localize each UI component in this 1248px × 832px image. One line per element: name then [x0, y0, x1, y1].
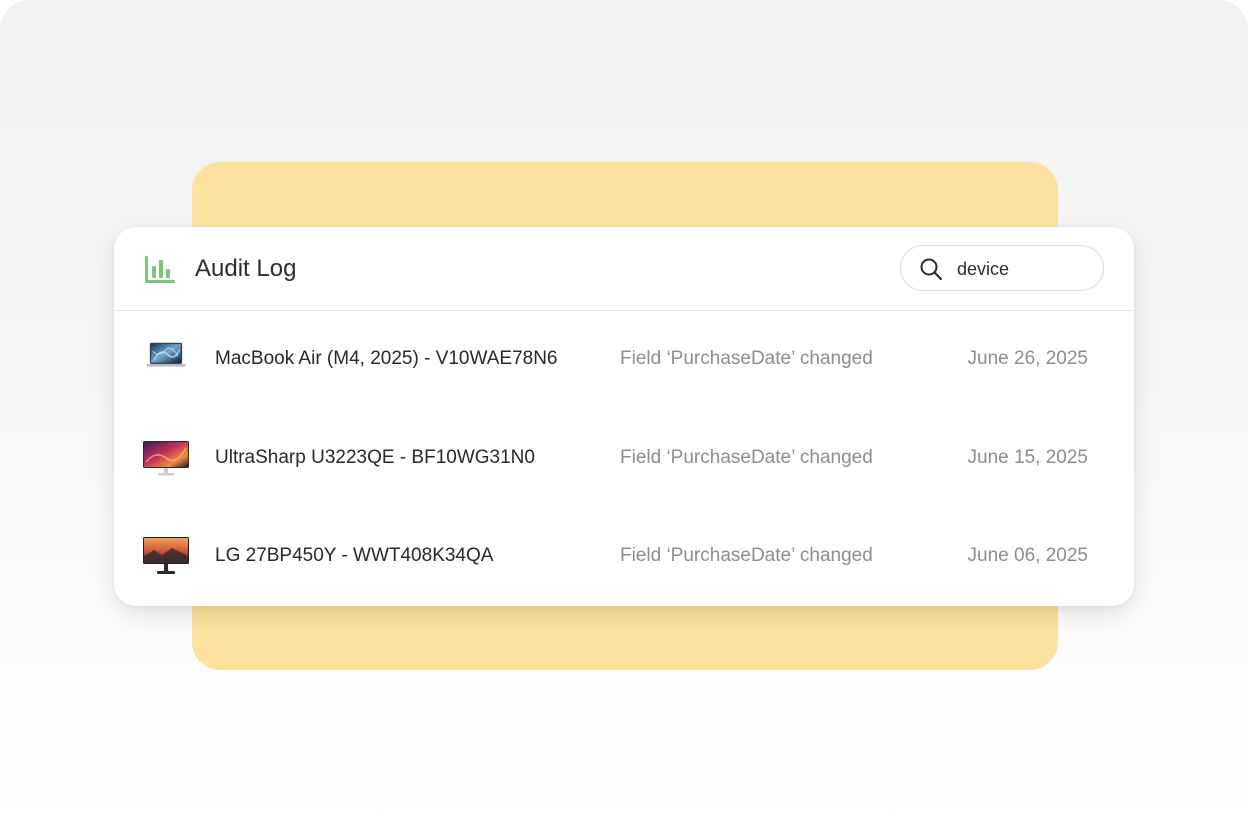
- audit-log-card: Audit Log device MacBook Air (M4, 2025) …: [114, 227, 1134, 606]
- event-date: June 26, 2025: [967, 348, 1088, 369]
- table-row[interactable]: UltraSharp U3223QE - BF10WG31N0 Field ‘P…: [114, 410, 1134, 508]
- search-icon[interactable]: [919, 257, 943, 281]
- search-input[interactable]: [957, 257, 1087, 281]
- table-row[interactable]: LG 27BP450Y - WWT408K34QA Field ‘Purchas…: [114, 508, 1134, 606]
- monitor-icon: [143, 441, 189, 476]
- page-title: Audit Log: [195, 255, 297, 282]
- event-date: June 15, 2025: [967, 447, 1088, 468]
- device-name: LG 27BP450Y - WWT408K34QA: [215, 545, 494, 566]
- event-description: Field ‘PurchaseDate’ changed: [620, 545, 873, 566]
- laptop-icon: [146, 342, 186, 367]
- device-name: UltraSharp U3223QE - BF10WG31N0: [215, 447, 535, 468]
- table-row[interactable]: MacBook Air (M4, 2025) - V10WAE78N6 Fiel…: [114, 311, 1134, 409]
- event-date: June 06, 2025: [967, 545, 1088, 566]
- card-header: Audit Log: [114, 227, 1134, 311]
- page-background: Audit Log device MacBook Air (M4, 2025) …: [0, 0, 1248, 832]
- search-field[interactable]: [900, 245, 1104, 291]
- monitor-icon: [143, 537, 189, 574]
- event-description: Field ‘PurchaseDate’ changed: [620, 348, 873, 369]
- bar-chart-icon: [145, 256, 175, 283]
- event-description: Field ‘PurchaseDate’ changed: [620, 447, 873, 468]
- device-name: MacBook Air (M4, 2025) - V10WAE78N6: [215, 348, 558, 369]
